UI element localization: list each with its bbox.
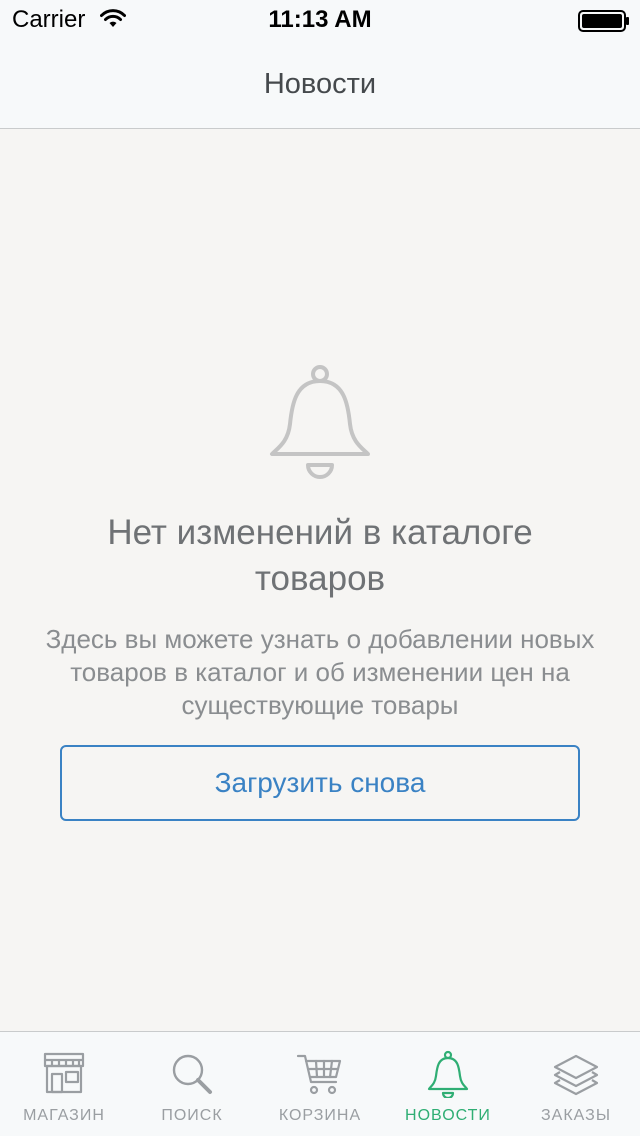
empty-state-title: Нет изменений в каталоге товаров — [107, 513, 533, 598]
tab-label: ЗАКАЗЫ — [541, 1107, 611, 1124]
tab-cart[interactable]: КОРЗИНА — [256, 1032, 384, 1136]
store-icon — [43, 1052, 85, 1094]
bell-icon — [427, 1050, 469, 1098]
page-title: Новости — [263, 68, 377, 100]
bell-icon — [270, 365, 370, 479]
screen: Carrier 11:13 AM Новости Нет изменений в… — [0, 0, 640, 1136]
tab-label: ПОИСК — [161, 1107, 223, 1124]
battery-icon — [578, 10, 629, 32]
tab-orders[interactable]: ЗАКАЗЫ — [512, 1032, 640, 1136]
tab-label: КОРЗИНА — [278, 1107, 362, 1124]
empty-state-description: Здесь вы можете узнать о добавлении новы… — [45, 624, 595, 720]
reload-button[interactable]: Загрузить снова — [60, 745, 580, 821]
clock: 11:13 AM — [268, 6, 372, 33]
search-icon — [172, 1054, 212, 1094]
status-bar: Carrier 11:13 AM — [0, 0, 640, 40]
tab-bar: МАГАЗИН ПОИСК КОРЗИНА НОВОСТИ ЗАКАЗЫ — [0, 1031, 640, 1136]
tab-label: МАГАЗИН — [23, 1107, 105, 1124]
layers-icon — [553, 1054, 599, 1096]
tab-label: НОВОСТИ — [405, 1107, 491, 1124]
tab-news[interactable]: НОВОСТИ — [384, 1032, 512, 1136]
cart-icon — [296, 1054, 342, 1095]
navigation-bar: Новости — [0, 40, 640, 129]
tab-store[interactable]: МАГАЗИН — [0, 1032, 128, 1136]
tab-search[interactable]: ПОИСК — [128, 1032, 256, 1136]
